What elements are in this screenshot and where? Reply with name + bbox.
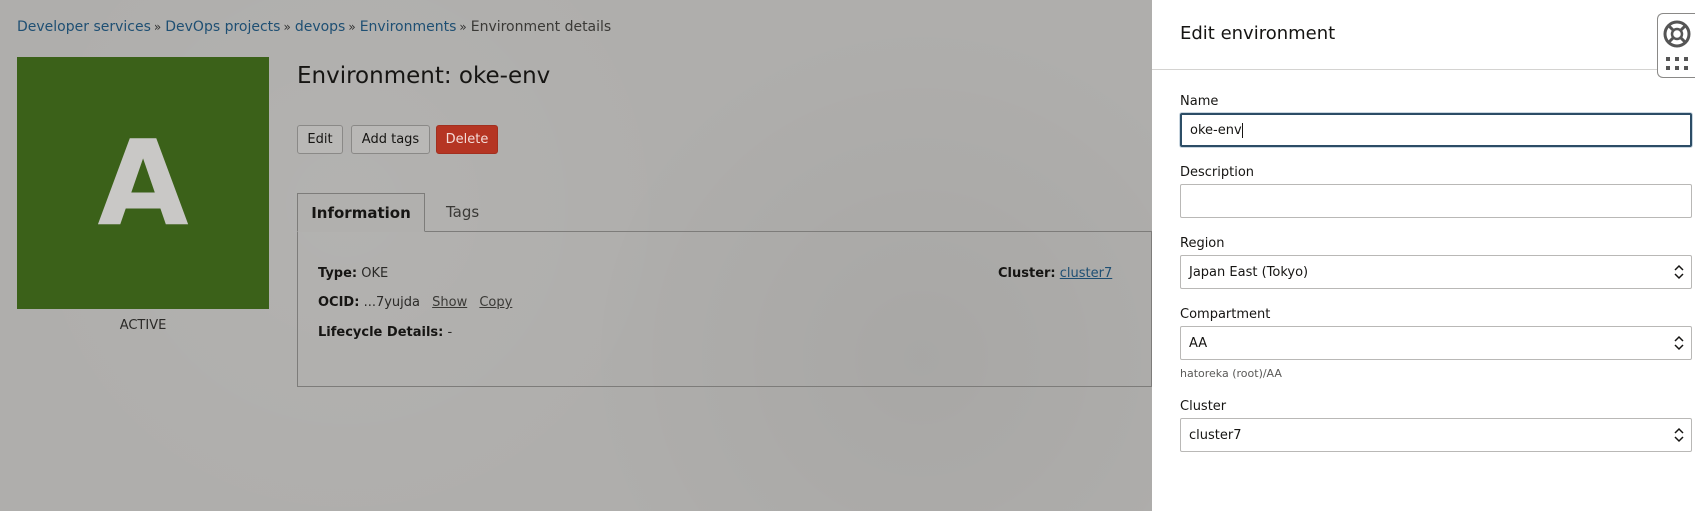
- environment-avatar: A: [17, 57, 269, 309]
- text-cursor: [1241, 122, 1243, 138]
- cluster-row: Cluster: cluster7: [998, 266, 1112, 281]
- select-arrows-icon: [1674, 427, 1684, 443]
- description-label: Description: [1180, 165, 1255, 180]
- delete-button[interactable]: Delete: [436, 125, 498, 154]
- avatar-letter: A: [97, 114, 189, 252]
- tab-tags[interactable]: Tags: [446, 193, 479, 231]
- status-label: ACTIVE: [119, 318, 167, 333]
- lifecycle-value: -: [447, 325, 453, 340]
- type-value: OKE: [361, 266, 389, 281]
- lifecycle-label: Lifecycle Details:: [318, 325, 444, 340]
- help-widget[interactable]: [1657, 13, 1695, 78]
- breadcrumb-separator: »: [283, 20, 291, 34]
- ocid-label: OCID:: [318, 295, 360, 310]
- ocid-value: ...7yujda: [363, 295, 420, 310]
- cluster-field-label: Cluster: [1180, 399, 1227, 414]
- type-label: Type:: [318, 266, 358, 281]
- name-label: Name: [1180, 94, 1219, 109]
- cluster-select[interactable]: cluster7: [1180, 418, 1692, 452]
- breadcrumb-separator: »: [348, 20, 356, 34]
- grid-icon[interactable]: [1665, 56, 1689, 72]
- compartment-select-value: AA: [1189, 335, 1208, 351]
- ocid-copy-link[interactable]: Copy: [479, 295, 512, 310]
- breadcrumb: Developer services» DevOps projects» devop…: [17, 19, 611, 35]
- drawer-divider: [1152, 69, 1695, 70]
- compartment-select[interactable]: AA: [1180, 326, 1692, 360]
- breadcrumb-current: Environment details: [470, 19, 612, 35]
- region-select[interactable]: Japan East (Tokyo): [1180, 255, 1692, 289]
- region-label: Region: [1180, 236, 1225, 251]
- breadcrumb-environments[interactable]: Environments: [360, 19, 457, 35]
- breadcrumb-devops[interactable]: devops: [295, 19, 346, 35]
- breadcrumb-developer-services[interactable]: Developer services: [17, 19, 151, 35]
- cluster-select-value: cluster7: [1189, 427, 1242, 443]
- ocid-show-link[interactable]: Show: [432, 295, 467, 310]
- breadcrumb-devops-projects[interactable]: DevOps projects: [165, 19, 280, 35]
- name-input[interactable]: oke-env: [1180, 113, 1692, 147]
- page-title: Environment: oke-env: [297, 63, 551, 89]
- type-row: Type: OKE: [318, 266, 388, 281]
- select-arrows-icon: [1674, 264, 1684, 280]
- description-input[interactable]: [1180, 184, 1692, 218]
- ocid-row: OCID: ...7yujda Show Copy: [318, 295, 512, 310]
- select-arrows-icon: [1674, 335, 1684, 351]
- tab-information[interactable]: Information: [297, 193, 425, 232]
- breadcrumb-separator: »: [459, 20, 467, 34]
- drawer-title: Edit environment: [1180, 23, 1336, 44]
- cluster-label: Cluster:: [998, 266, 1056, 281]
- name-input-value: oke-env: [1190, 122, 1242, 138]
- breadcrumb-separator: »: [153, 20, 162, 34]
- add-tags-button[interactable]: Add tags: [351, 125, 430, 154]
- cluster-link[interactable]: cluster7: [1060, 266, 1112, 281]
- region-select-value: Japan East (Tokyo): [1189, 264, 1309, 280]
- edit-button[interactable]: Edit: [297, 125, 343, 154]
- lifebuoy-icon[interactable]: [1662, 19, 1692, 49]
- compartment-label: Compartment: [1180, 307, 1271, 322]
- compartment-hint: hatoreka (root)/AA: [1180, 367, 1282, 380]
- lifecycle-row: Lifecycle Details: -: [318, 325, 452, 340]
- edit-environment-drawer: Edit environment Name oke-env Descriptio…: [1152, 0, 1695, 511]
